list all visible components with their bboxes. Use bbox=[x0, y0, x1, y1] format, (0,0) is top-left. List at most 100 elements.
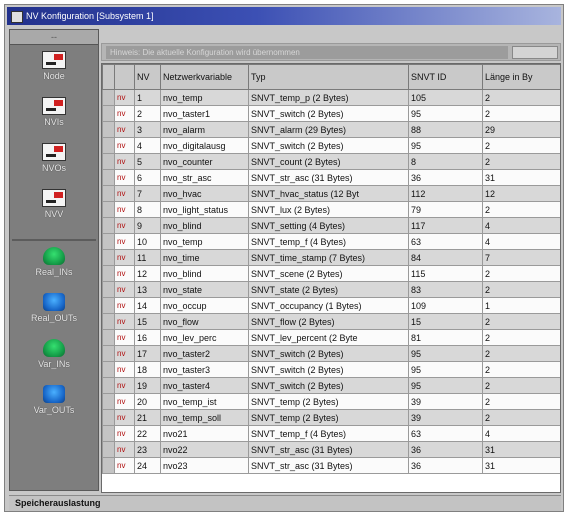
table-row[interactable]: nv 1 nvo_temp SNVT_temp_p (2 Bytes) 105 2 bbox=[102, 89, 560, 106]
row-selector[interactable] bbox=[102, 345, 115, 362]
column-header[interactable] bbox=[102, 64, 115, 90]
app-window: NV Konfiguration [Subsystem 1] -- Node N… bbox=[4, 4, 564, 512]
row-selector[interactable] bbox=[102, 457, 115, 474]
row-selector[interactable] bbox=[102, 121, 115, 138]
row-selector[interactable] bbox=[102, 313, 115, 330]
sidebar-item-real-ins[interactable]: Real_INs bbox=[10, 247, 98, 287]
table-cell: nv bbox=[114, 377, 135, 394]
table-cell: 14 bbox=[134, 297, 161, 314]
table-cell: 105 bbox=[408, 89, 483, 106]
row-selector[interactable] bbox=[102, 105, 115, 122]
info-action-button[interactable] bbox=[512, 46, 558, 59]
row-selector[interactable] bbox=[102, 169, 115, 186]
table-cell: 2 bbox=[482, 377, 560, 394]
column-header[interactable]: Typ bbox=[248, 64, 409, 90]
table-row[interactable]: nv 22 nvo21 SNVT_temp_f (4 Bytes) 63 4 bbox=[102, 425, 560, 442]
table-cell: nvo_temp_soll bbox=[160, 409, 249, 426]
table-row[interactable]: nv 4 nvo_digitalausg SNVT_switch (2 Bytes) 9… bbox=[102, 137, 560, 154]
table-cell: 15 bbox=[408, 313, 483, 330]
row-selector[interactable] bbox=[102, 361, 115, 378]
row-selector[interactable] bbox=[102, 377, 115, 394]
row-selector[interactable] bbox=[102, 201, 115, 218]
row-selector[interactable] bbox=[102, 425, 115, 442]
row-selector[interactable] bbox=[102, 89, 115, 106]
table-cell: nv bbox=[114, 441, 135, 458]
row-selector[interactable] bbox=[102, 185, 115, 202]
column-header[interactable]: Netzwerkvariable bbox=[160, 64, 249, 90]
table-cell: 23 bbox=[134, 441, 161, 458]
table-cell: 2 bbox=[482, 89, 560, 106]
table-cell: nvo_taster1 bbox=[160, 105, 249, 122]
var-in-icon bbox=[43, 339, 65, 357]
column-header[interactable]: SNVT ID bbox=[408, 64, 483, 90]
table-row[interactable]: nv 3 nvo_alarm SNVT_alarm (29 Bytes) 88 29 bbox=[102, 121, 560, 138]
info-bar: Hinweis: Die aktuelle Konfiguration wird… bbox=[101, 43, 561, 61]
table-cell: 95 bbox=[408, 377, 483, 394]
table-row[interactable]: nv 13 nvo_state SNVT_state (2 Bytes) 83 2 bbox=[102, 281, 560, 298]
table-row[interactable]: nv 18 nvo_taster3 SNVT_switch (2 Bytes) 95 2 bbox=[102, 361, 560, 378]
table-row[interactable]: nv 20 nvo_temp_ist SNVT_temp (2 Bytes) 39 2 bbox=[102, 393, 560, 410]
row-selector[interactable] bbox=[102, 329, 115, 346]
nv-table-container[interactable]: NV Netzwerkvariable Typ SNVT ID Länge in… bbox=[101, 63, 561, 493]
table-row[interactable]: nv 10 nvo_temp SNVT_temp_f (4 Bytes) 63 4 bbox=[102, 233, 560, 250]
column-header[interactable] bbox=[114, 64, 135, 90]
sidebar-item-label: NVV bbox=[44, 209, 64, 219]
column-header[interactable]: Länge in By bbox=[482, 64, 560, 90]
table-cell: SNVT_flow (2 Bytes) bbox=[248, 313, 409, 330]
table-row[interactable]: nv 2 nvo_taster1 SNVT_switch (2 Bytes) 95 2 bbox=[102, 105, 560, 122]
table-cell: 7 bbox=[134, 185, 161, 202]
table-cell: nvo21 bbox=[160, 425, 249, 442]
table-cell: 21 bbox=[134, 409, 161, 426]
table-cell: 2 bbox=[482, 313, 560, 330]
row-selector[interactable] bbox=[102, 153, 115, 170]
row-selector[interactable] bbox=[102, 441, 115, 458]
table-row[interactable]: nv 7 nvo_hvac SNVT_hvac_status (12 Byt 112 12 bbox=[102, 185, 560, 202]
table-row[interactable]: nv 24 nvo23 SNVT_str_asc (31 Bytes) 36 31 bbox=[102, 457, 560, 474]
column-header[interactable]: NV bbox=[134, 64, 161, 90]
row-selector[interactable] bbox=[102, 265, 115, 282]
table-row[interactable]: nv 15 nvo_flow SNVT_flow (2 Bytes) 15 2 bbox=[102, 313, 560, 330]
sidebar-item-nvos[interactable]: NVOs bbox=[10, 143, 98, 183]
table-cell: nvo_taster4 bbox=[160, 377, 249, 394]
table-row[interactable]: nv 11 nvo_time SNVT_time_stamp (7 Bytes) 84 7 bbox=[102, 249, 560, 266]
table-cell: 24 bbox=[134, 457, 161, 474]
table-cell: nv bbox=[114, 233, 135, 250]
table-row[interactable]: nv 9 nvo_blind SNVT_setting (4 Bytes) 117 4 bbox=[102, 217, 560, 234]
sidebar-item-node[interactable]: Node bbox=[10, 51, 98, 91]
sidebar-item-real-outs[interactable]: Real_OUTs bbox=[10, 293, 98, 333]
table-cell: SNVT_temp (2 Bytes) bbox=[248, 393, 409, 410]
row-selector[interactable] bbox=[102, 233, 115, 250]
table-cell: 95 bbox=[408, 361, 483, 378]
row-selector[interactable] bbox=[102, 217, 115, 234]
table-cell: 2 bbox=[482, 201, 560, 218]
row-selector[interactable] bbox=[102, 281, 115, 298]
sidebar-item-var-outs[interactable]: Var_OUTs bbox=[10, 385, 98, 425]
table-cell: SNVT_temp_f (4 Bytes) bbox=[248, 233, 409, 250]
row-selector[interactable] bbox=[102, 297, 115, 314]
table-row[interactable]: nv 12 nvo_blind SNVT_scene (2 Bytes) 115 2 bbox=[102, 265, 560, 282]
table-row[interactable]: nv 14 nvo_occup SNVT_occupancy (1 Bytes) 109… bbox=[102, 297, 560, 314]
row-selector[interactable] bbox=[102, 393, 115, 410]
sidebar-item-nvis[interactable]: NVIs bbox=[10, 97, 98, 137]
title-bar: NV Konfiguration [Subsystem 1] bbox=[7, 7, 561, 25]
table-row[interactable]: nv 21 nvo_temp_soll SNVT_temp (2 Bytes) 39 2 bbox=[102, 409, 560, 426]
table-cell: 13 bbox=[134, 281, 161, 298]
table-row[interactable]: nv 17 nvo_taster2 SNVT_switch (2 Bytes) 95 2 bbox=[102, 345, 560, 362]
table-row[interactable]: nv 6 nvo_str_asc SNVT_str_asc (31 Bytes) 36 3… bbox=[102, 169, 560, 186]
row-selector[interactable] bbox=[102, 409, 115, 426]
sidebar-item-nvv[interactable]: NVV bbox=[10, 189, 98, 229]
row-selector[interactable] bbox=[102, 137, 115, 154]
row-selector[interactable] bbox=[102, 249, 115, 266]
table-cell: nv bbox=[114, 265, 135, 282]
sidebar-divider bbox=[12, 229, 96, 241]
table-cell: nv bbox=[114, 457, 135, 474]
table-cell: nv bbox=[114, 121, 135, 138]
table-row[interactable]: nv 23 nvo22 SNVT_str_asc (31 Bytes) 36 31 bbox=[102, 441, 560, 458]
table-row[interactable]: nv 5 nvo_counter SNVT_count (2 Bytes) 8 2 bbox=[102, 153, 560, 170]
table-cell: nv bbox=[114, 361, 135, 378]
sidebar-item-var-ins[interactable]: Var_INs bbox=[10, 339, 98, 379]
table-row[interactable]: nv 16 nvo_lev_perc SNVT_lev_percent (2 Byte… bbox=[102, 329, 560, 346]
table-row[interactable]: nv 19 nvo_taster4 SNVT_switch (2 Bytes) 95 2 bbox=[102, 377, 560, 394]
table-row[interactable]: nv 8 nvo_light_status SNVT_lux (2 Bytes) 79 2 bbox=[102, 201, 560, 218]
table-cell: SNVT_str_asc (31 Bytes) bbox=[248, 169, 409, 186]
